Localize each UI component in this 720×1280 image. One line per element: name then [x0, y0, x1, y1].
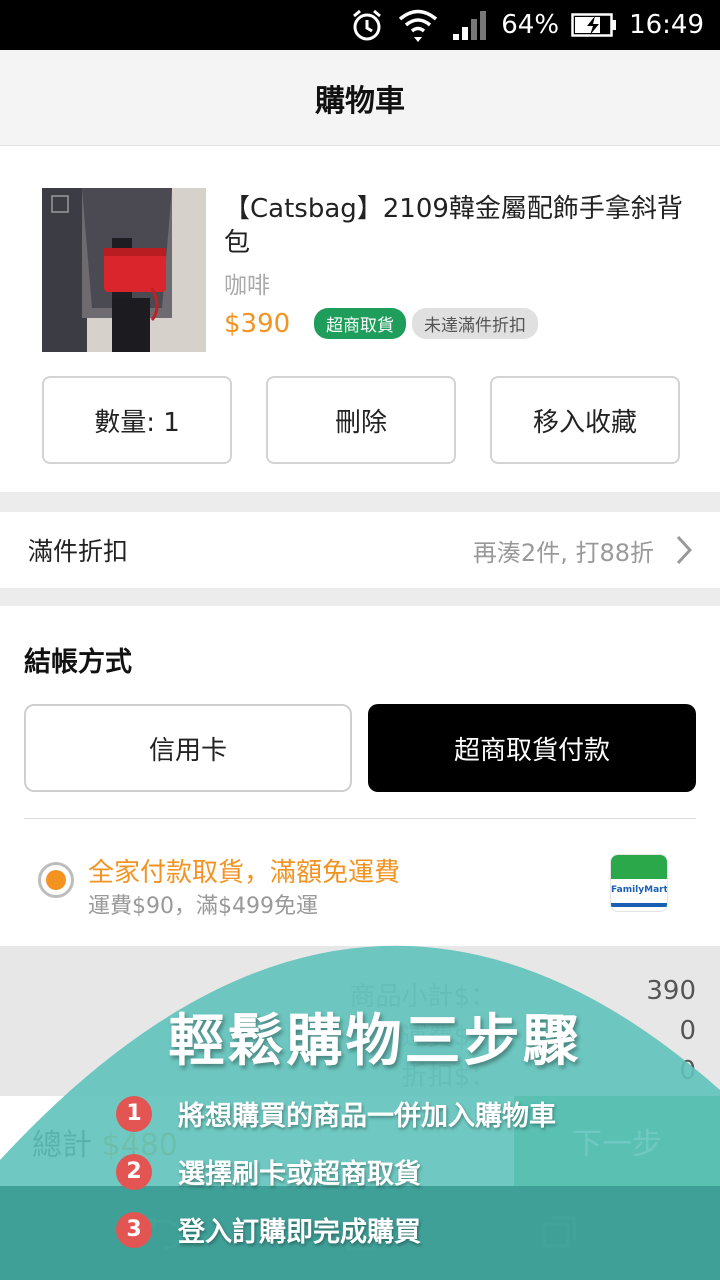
familymart-logo-text: FamilyMart: [611, 885, 668, 895]
total-amount: $480: [101, 1128, 178, 1163]
familymart-option-subtitle: 運費$90，滿$499免運: [88, 894, 318, 919]
store-pickup-payment-button[interactable]: 超商取貨付款: [368, 704, 696, 792]
wifi-icon: [397, 7, 439, 43]
discount-value: 0: [679, 1056, 696, 1086]
discount-status-badge: 未達滿件折扣: [412, 308, 538, 339]
bulk-discount-label: 滿件折扣: [28, 537, 129, 566]
product-image[interactable]: [42, 188, 206, 352]
recent-apps-icon[interactable]: [540, 1214, 580, 1254]
home-icon[interactable]: [338, 1212, 382, 1256]
delete-button[interactable]: 刪除: [266, 376, 456, 464]
bottom-bar: 總計 $480 下一步: [0, 1096, 720, 1186]
back-icon[interactable]: [140, 1214, 184, 1254]
quantity-button[interactable]: 數量: 1: [42, 376, 232, 464]
familymart-radio[interactable]: [38, 862, 74, 898]
store-pickup-badge: 超商取貨: [314, 308, 406, 339]
credit-card-button[interactable]: 信用卡: [24, 704, 352, 792]
product-name[interactable]: 【Catsbag】2109韓金屬配飾手拿斜背包: [224, 192, 694, 260]
status-bar: 64% 16:49: [0, 0, 720, 50]
shipping-label: 運費$：: [401, 1022, 496, 1052]
product-variant: 咖啡: [224, 273, 270, 299]
cart-item: 【Catsbag】2109韓金屬配飾手拿斜背包 咖啡 $390 超商取貨 未達滿…: [0, 146, 720, 492]
total-label: 總計: [32, 1128, 92, 1163]
familymart-logo: FamilyMart: [610, 854, 668, 912]
subtotal-label: 商品小計$：: [349, 982, 496, 1012]
signal-icon: [451, 8, 489, 42]
shipping-value: 0: [679, 1016, 696, 1046]
bulk-discount-row[interactable]: 滿件折扣 再湊2件, 打88折: [0, 512, 720, 588]
bulk-discount-value: 再湊2件, 打88折: [472, 538, 654, 567]
checkout-section: 結帳方式 信用卡 超商取貨付款 全家付款取貨，滿額免運費 運費$90，滿$499…: [0, 606, 720, 946]
checkout-title: 結帳方式: [24, 647, 132, 678]
page-title: 購物車: [315, 83, 405, 119]
discount-label: 折扣$：: [401, 1062, 496, 1092]
order-total: 總計 $480: [32, 1120, 178, 1164]
chevron-right-icon: [676, 535, 692, 565]
system-nav-bar: [0, 1186, 720, 1280]
subtotal-value: 390: [646, 976, 696, 1006]
title-bar: 購物車: [0, 50, 720, 146]
product-price: $390: [224, 308, 291, 339]
next-step-button[interactable]: 下一步: [514, 1096, 720, 1186]
clock: 16:49: [629, 10, 704, 40]
move-to-favorites-button[interactable]: 移入收藏: [490, 376, 680, 464]
order-summary: 商品小計$： 390 運費$： 0 折扣$： 0: [0, 946, 720, 1096]
battery-icon: [571, 12, 617, 38]
divider: [24, 818, 696, 819]
familymart-option-title[interactable]: 全家付款取貨，滿額免運費: [88, 852, 400, 889]
alarm-icon: [349, 7, 385, 43]
battery-percent: 64%: [501, 10, 560, 40]
product-info: 【Catsbag】2109韓金屬配飾手拿斜背包 咖啡 $390 超商取貨 未達滿…: [224, 192, 694, 339]
